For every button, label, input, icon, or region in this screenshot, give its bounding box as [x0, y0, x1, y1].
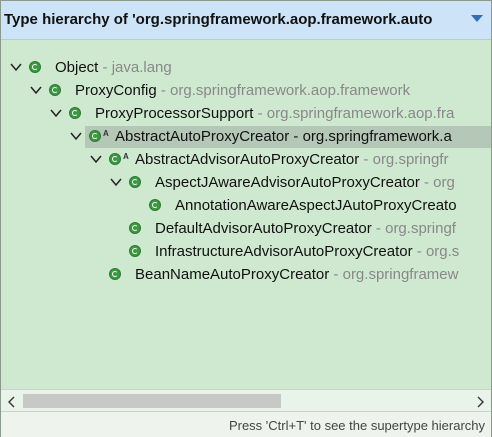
class-icon	[129, 222, 141, 234]
tree-row-defaultadvisorautoproxycreator[interactable]: DefaultAdvisorAutoProxyCreator - org.spr…	[1, 218, 491, 240]
tree-row-proxyconfig[interactable]: ProxyConfig - org.springframework.aop.fr…	[1, 80, 491, 102]
class-icon	[49, 84, 61, 96]
tree-item-label: BeanNameAutoProxyCreator - org.springfra…	[135, 266, 459, 283]
horizontal-scrollbar[interactable]	[1, 389, 491, 412]
class-icon	[29, 61, 41, 73]
scrollbar-thumb[interactable]	[23, 394, 281, 408]
class-icon	[129, 176, 141, 188]
type-hierarchy-popup: Type hierarchy of 'org.springframework.a…	[0, 0, 492, 437]
class-icon	[89, 130, 101, 142]
tree-row-infrastructureadvisorautoproxycreator[interactable]: InfrastructureAdvisorAutoProxyCreator - …	[1, 241, 491, 263]
popup-header: Type hierarchy of 'org.springframework.a…	[1, 1, 491, 40]
popup-title: Type hierarchy of 'org.springframework.a…	[4, 11, 433, 28]
tree-item-label: ProxyProcessorSupport - org.springframew…	[95, 105, 455, 122]
class-icon	[149, 199, 161, 211]
chevron-down-icon[interactable]	[49, 106, 63, 120]
chevron-down-icon[interactable]	[109, 175, 123, 189]
class-icon	[109, 153, 121, 165]
tree-item-label: DefaultAdvisorAutoProxyCreator - org.spr…	[155, 220, 456, 237]
status-hint: Press 'Ctrl+T' to see the supertype hier…	[228, 418, 485, 433]
class-icon	[129, 245, 141, 257]
abstract-marker: A	[103, 129, 109, 138]
class-icon	[109, 268, 121, 280]
tree-row-proxyprocessorsupport[interactable]: ProxyProcessorSupport - org.springframew…	[1, 103, 491, 125]
chevron-down-icon[interactable]	[29, 83, 43, 97]
tree-item-label: AbstractAdvisorAutoProxyCreator - org.sp…	[135, 151, 449, 168]
tree-row-annotationawareaspectjautoproxycreator[interactable]: AnnotationAwareAspectJAutoProxyCreato	[1, 195, 491, 217]
tree-item-label: AnnotationAwareAspectJAutoProxyCreato	[175, 197, 457, 214]
tree-row-object[interactable]: Object - java.lang	[1, 57, 491, 79]
tree-row-aspectjawareadvisorautoproxycreator[interactable]: AspectJAwareAdvisorAutoProxyCreator - or…	[1, 172, 491, 194]
tree-row-abstractadvisorautoproxycreator[interactable]: A AbstractAdvisorAutoProxyCreator - org.…	[1, 149, 491, 171]
chevron-down-icon[interactable]	[9, 60, 23, 74]
class-icon	[69, 107, 81, 119]
status-bar: Press 'Ctrl+T' to see the supertype hier…	[1, 411, 491, 437]
view-menu-icon[interactable]	[471, 15, 483, 22]
chevron-down-icon[interactable]	[89, 152, 103, 166]
tree-item-label: AbstractAutoProxyCreator - org.springfra…	[115, 128, 452, 145]
tree-row-abstractautoproxycreator[interactable]: A AbstractAutoProxyCreator - org.springf…	[70, 126, 491, 148]
tree-item-label: InfrastructureAdvisorAutoProxyCreator - …	[155, 243, 460, 260]
tree-item-label: Object - java.lang	[55, 59, 172, 76]
hierarchy-tree[interactable]: Object - java.lang ProxyConfig - org.spr…	[1, 57, 491, 389]
abstract-marker: A	[123, 152, 129, 161]
tree-row-beannameautoproxycreator[interactable]: BeanNameAutoProxyCreator - org.springfra…	[1, 264, 491, 286]
tree-item-label: ProxyConfig - org.springframework.aop.fr…	[75, 82, 411, 99]
tree-item-label: AspectJAwareAdvisorAutoProxyCreator - or…	[155, 174, 455, 191]
chevron-down-icon[interactable]	[69, 129, 83, 143]
